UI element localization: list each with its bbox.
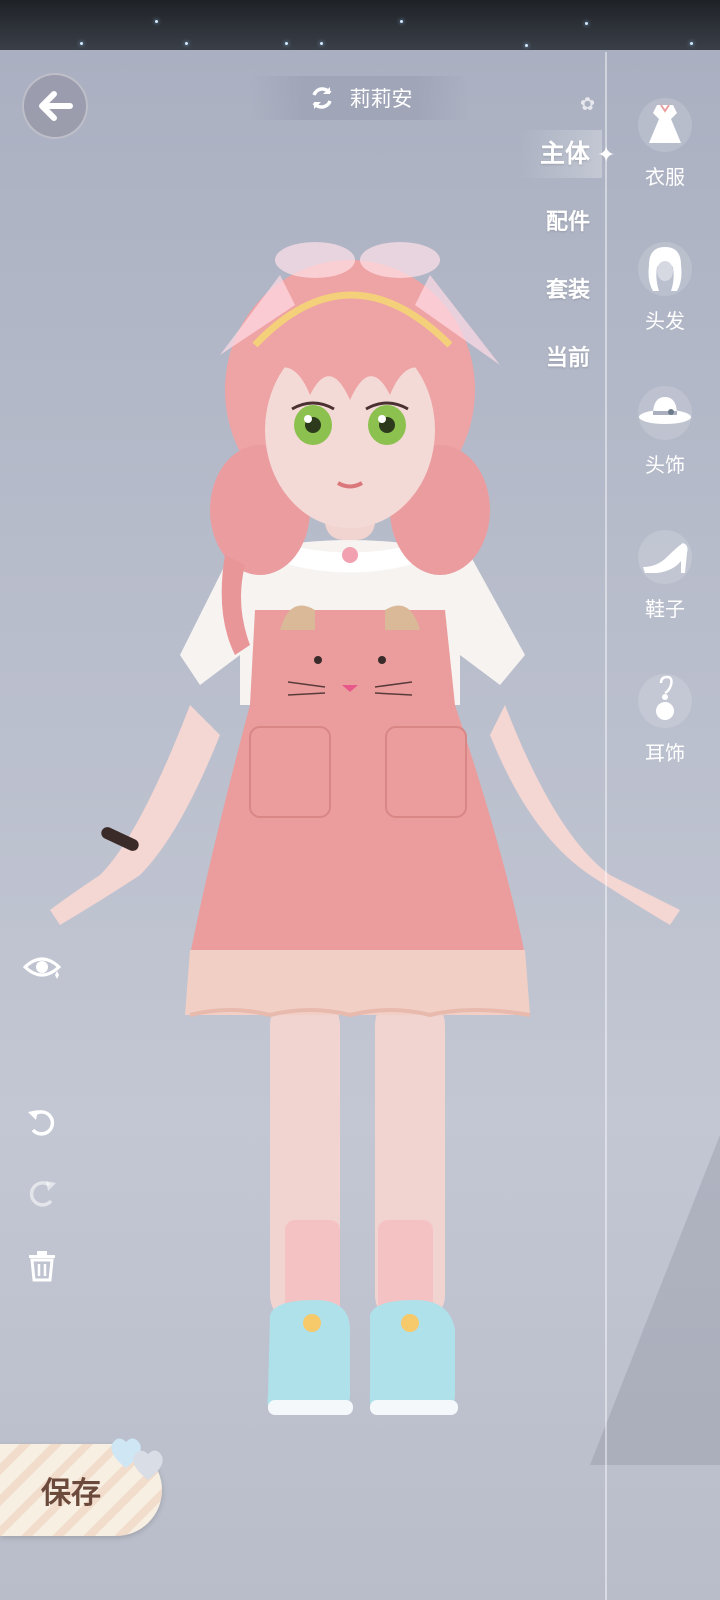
flower-icon: ✿ (580, 94, 596, 115)
category-sidebar: 衣服 头发 头饰 鞋子 耳饰 (620, 95, 710, 815)
category-label: 衣服 (645, 165, 685, 189)
status-bar (0, 0, 720, 50)
dress-icon (635, 95, 695, 155)
category-label: 头饰 (645, 453, 685, 477)
back-button[interactable] (22, 73, 88, 139)
hair-icon (635, 239, 695, 299)
category-headwear[interactable]: 头饰 (620, 383, 710, 527)
hat-icon (635, 383, 695, 443)
tab-main[interactable]: 主体 (520, 130, 602, 178)
dress-up-screen: 莉莉安 ✿ 主体 配件 套装 当前 ✦ 衣服 头发 头饰 鞋子 耳饰 保存 (0, 0, 720, 1600)
redo-icon (29, 1181, 56, 1207)
undo-icon (28, 1110, 55, 1136)
redo-button[interactable] (22, 1174, 62, 1214)
character-name: 莉莉安 (349, 87, 413, 111)
heart-decoration-icon (111, 1438, 163, 1480)
tab-accessories[interactable]: 配件 (520, 198, 602, 266)
category-shoes[interactable]: 鞋子 (620, 527, 710, 671)
delete-button[interactable] (22, 1246, 62, 1286)
category-earrings[interactable]: 耳饰 (620, 671, 710, 815)
eye-icon (23, 957, 61, 979)
tab-sets[interactable]: 套装 (520, 266, 602, 334)
back-arrow-icon (39, 91, 73, 121)
tab-current[interactable]: 当前 (520, 334, 602, 402)
character-model[interactable] (30, 235, 720, 1465)
high-heel-icon (635, 527, 695, 587)
category-label: 鞋子 (645, 597, 685, 621)
earring-icon (635, 671, 695, 731)
sub-category-tabs: 主体 配件 套装 当前 (520, 130, 602, 402)
panel-divider (605, 52, 607, 1600)
swap-character-icon[interactable] (308, 84, 336, 112)
category-label: 头发 (645, 309, 685, 333)
category-label: 耳饰 (645, 741, 685, 765)
character-name-bar[interactable]: 莉莉安 (250, 76, 470, 120)
category-hair[interactable]: 头发 (620, 239, 710, 383)
toggle-visibility-button[interactable] (22, 948, 62, 988)
undo-button[interactable] (22, 1103, 62, 1143)
category-clothes[interactable]: 衣服 (620, 95, 710, 239)
trash-icon (29, 1251, 55, 1282)
